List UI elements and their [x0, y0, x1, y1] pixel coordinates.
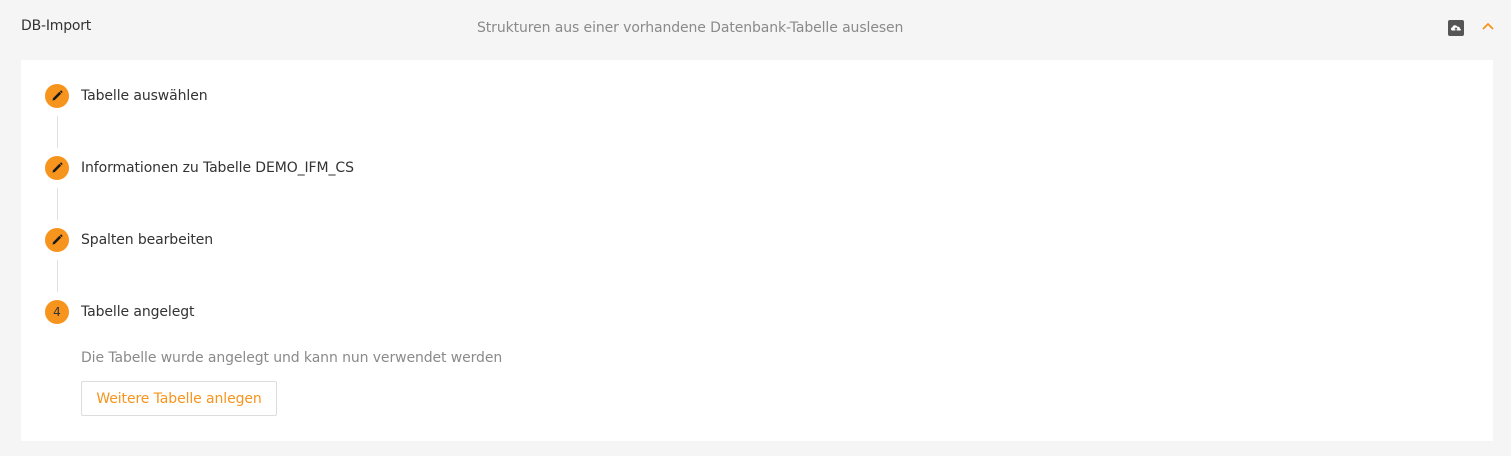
- step-label: Tabelle auswählen: [81, 88, 208, 104]
- step-message: Die Tabelle wurde angelegt und kann nun …: [81, 350, 503, 366]
- pencil-icon: [45, 228, 69, 252]
- stepper: Tabelle auswählen Informationen zu Tabel…: [21, 60, 1493, 441]
- panel-header: DB-Import Strukturen aus einer vorhanden…: [0, 0, 1511, 58]
- chevron-up-icon[interactable]: [1480, 18, 1496, 34]
- step-connector: [57, 260, 58, 292]
- step-label: Spalten bearbeiten: [81, 232, 214, 248]
- step-number: 4: [53, 305, 61, 319]
- panel-title: DB-Import: [21, 18, 92, 34]
- db-import-panel: DB-Import Strukturen aus einer vorhanden…: [0, 0, 1511, 456]
- cloud-upload-icon[interactable]: [1447, 19, 1465, 37]
- step-label: Tabelle angelegt: [81, 304, 195, 320]
- pencil-icon: [45, 156, 69, 180]
- pencil-icon: [45, 84, 69, 108]
- create-another-table-button[interactable]: Weitere Tabelle anlegen: [81, 381, 277, 416]
- step-connector: [57, 116, 58, 148]
- step-number-badge: 4: [45, 300, 69, 324]
- step-connector: [57, 188, 58, 220]
- panel-description: Strukturen aus einer vorhandene Datenban…: [477, 20, 904, 36]
- step-label: Informationen zu Tabelle DEMO_IFM_CS: [81, 160, 354, 176]
